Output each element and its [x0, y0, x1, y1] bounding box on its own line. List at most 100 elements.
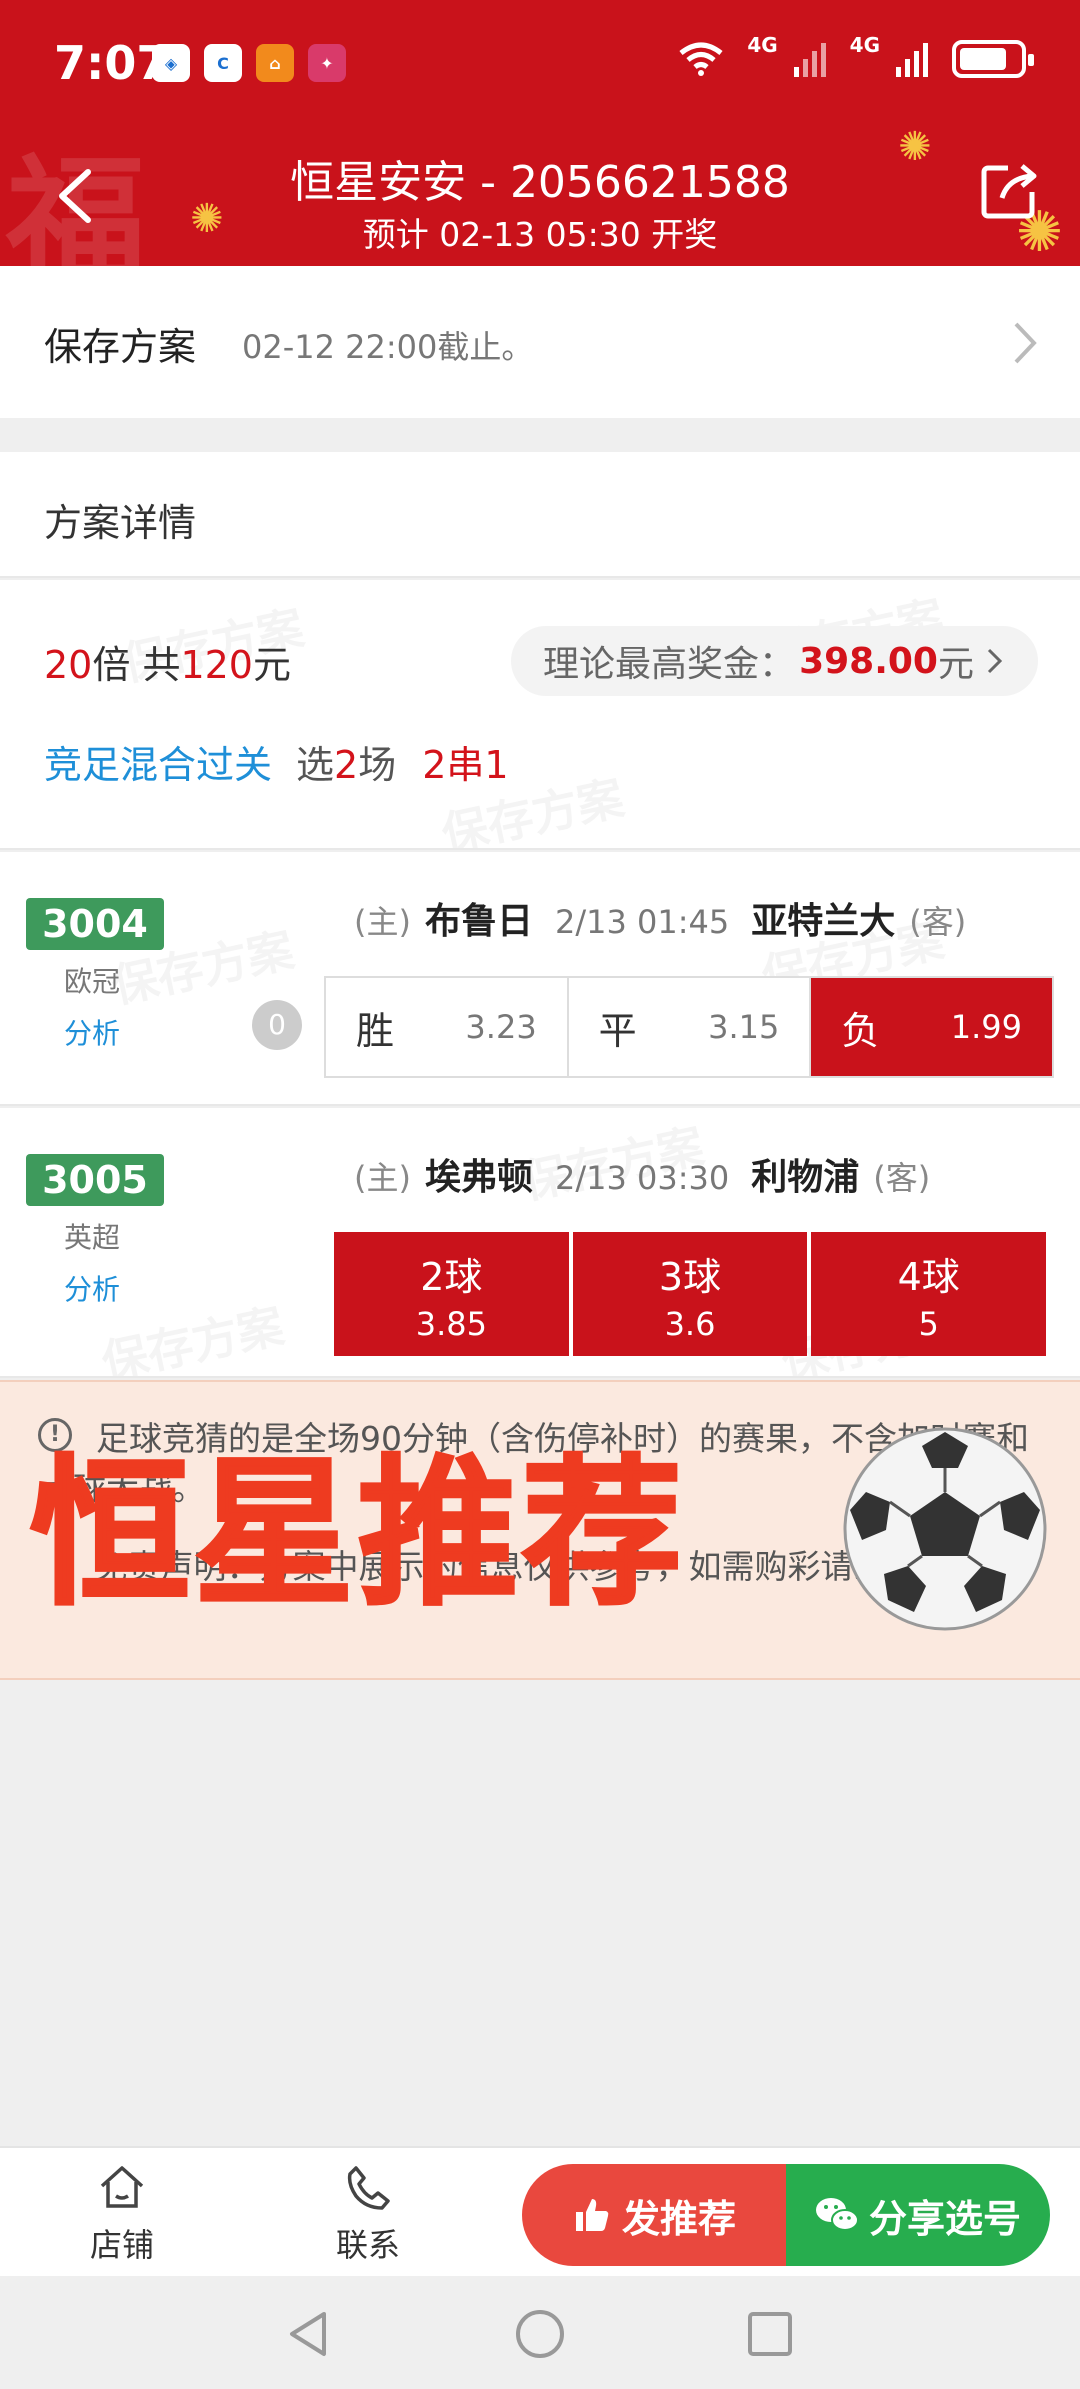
option-label: 3球 — [658, 1254, 722, 1299]
match-code: 3004 — [26, 898, 164, 950]
network-type-label: 4G — [849, 33, 880, 57]
multiplier-value: 20 — [44, 643, 93, 687]
away-tag: (客) — [909, 903, 967, 941]
select-suffix: 场 — [358, 743, 397, 787]
option-label: 负 — [841, 1008, 880, 1053]
play-type-line: 竞足混合过关 选2场 2串1 — [44, 734, 509, 789]
status-right: 4G 4G — [677, 33, 1034, 78]
tab-label: 联系 — [335, 2226, 400, 2264]
nav-back-icon[interactable] — [280, 2306, 336, 2362]
store-icon — [100, 2166, 144, 2208]
odds-option-win[interactable]: 胜 3.23 — [326, 978, 569, 1076]
notification-app-icon: ◈ — [152, 44, 190, 82]
nav-recents-icon[interactable] — [742, 2306, 798, 2362]
option-label: 4球 — [897, 1254, 960, 1299]
status-bar: 7:07 ◈ C ⌂ ✦ 4G 4G — [0, 0, 1080, 128]
total-goals-options: 2球 3.85 3球 3.6 4球 5 — [334, 1232, 1047, 1356]
home-team: 布鲁日 — [424, 901, 533, 942]
match-teams: (主) 布鲁日 2/13 01:45 亚特兰大 (客) — [354, 892, 966, 944]
max-prize-value: 398.00 — [799, 640, 938, 682]
network-type-label: 4G — [747, 33, 778, 57]
goals-option-2[interactable]: 2球 3.85 — [334, 1232, 569, 1356]
play-type-name: 竞足混合过关 — [44, 743, 273, 787]
serial-type: 2串1 — [422, 743, 509, 787]
notification-app-icon: ✦ — [308, 44, 346, 82]
wifi-icon — [679, 42, 723, 76]
recommend-label: 发推荐 — [621, 2196, 736, 2241]
option-odds: 5 — [918, 1304, 939, 1343]
option-label: 胜 — [356, 1008, 395, 1053]
select-prefix: 选 — [296, 743, 335, 787]
soccer-ball-icon — [843, 1427, 1047, 1631]
tab-label: 店铺 — [89, 2226, 154, 2264]
chevron-right-icon — [1014, 322, 1037, 364]
match-card: 保存方案 保存方案 保存方案 3005 英超 分析 (主) 埃弗顿 2/13 0… — [0, 1108, 1080, 1378]
away-tag: (客) — [873, 1159, 931, 1197]
analysis-link[interactable]: 分析 — [64, 1012, 120, 1052]
away-team: 利物浦 — [751, 1157, 860, 1198]
wechat-icon — [815, 2198, 859, 2231]
home-tag: (主) — [354, 1159, 411, 1197]
status-app-icons: ◈ C ⌂ ✦ — [152, 44, 346, 82]
thumbs-up-icon — [575, 2199, 609, 2231]
header: 7:07 ◈ C ⌂ ✦ 4G 4G 福 ✺ ✺ ✺ 恒星安安 - 205662… — [0, 0, 1080, 266]
tab-shop[interactable]: 店铺 — [52, 2162, 192, 2266]
tab-contact[interactable]: 联系 — [298, 2162, 438, 2266]
home-team: 埃弗顿 — [424, 1157, 533, 1198]
system-nav-bar — [0, 2276, 1080, 2389]
share-pick-label: 分享选号 — [868, 2196, 1021, 2241]
notification-app-icon: C — [204, 44, 242, 82]
max-prize-pill[interactable]: 理论最高奖金： 398.00 元 — [511, 626, 1038, 696]
section-title: 方案详情 — [44, 501, 197, 545]
analysis-link[interactable]: 分析 — [64, 1268, 120, 1308]
promo-overlay-text: 恒星推荐 — [28, 1439, 687, 1629]
battery-icon — [952, 40, 1034, 78]
option-label: 平 — [598, 1008, 637, 1053]
recommend-button[interactable]: 发推荐 — [522, 2164, 786, 2266]
total-amount: 120 — [180, 643, 253, 687]
currency-unit: 元 — [252, 643, 291, 687]
draw-time-subtitle: 预计 02-13 05:30 开奖 — [362, 215, 718, 254]
signal-icon — [896, 43, 928, 77]
league-name: 英超 — [64, 1221, 121, 1254]
away-team: 亚特兰大 — [751, 901, 896, 942]
league-name: 欧冠 — [64, 965, 121, 998]
odds-option-draw[interactable]: 平 3.15 — [568, 978, 812, 1076]
odds-options: 胜 3.23 平 3.15 负 1.99 — [324, 976, 1054, 1078]
match-teams: (主) 埃弗顿 2/13 03:30 利物浦 (客) — [354, 1148, 930, 1200]
share-icon[interactable] — [978, 158, 1042, 222]
option-odds: 1.99 — [950, 1008, 1023, 1046]
multiplier-line: 20倍 共120元 — [44, 634, 291, 689]
phone-icon — [347, 2166, 390, 2210]
option-odds: 3.23 — [465, 1008, 537, 1046]
chevron-right-icon — [987, 648, 1003, 674]
match-code: 3005 — [26, 1154, 164, 1206]
nav-home-icon[interactable] — [512, 2306, 568, 2362]
max-prize-unit: 元 — [937, 644, 974, 685]
share-pick-button[interactable]: 分享选号 — [786, 2164, 1050, 2266]
signal-icon — [793, 43, 826, 77]
goals-option-3[interactable]: 3球 3.6 — [572, 1232, 808, 1356]
option-odds: 3.15 — [708, 1008, 780, 1046]
plan-detail-header: 方案详情 — [0, 452, 1080, 578]
action-buttons: 发推荐 分享选号 — [522, 2164, 1050, 2266]
select-count: 2 — [334, 743, 359, 787]
bottom-bar: 店铺 联系 发推荐 分享选号 — [0, 2146, 1080, 2276]
option-odds: 3.85 — [415, 1304, 487, 1343]
max-prize-label: 理论最高奖金： — [543, 644, 796, 685]
match-time: 2/13 01:45 — [555, 903, 730, 941]
option-odds: 3.6 — [664, 1304, 716, 1343]
watermark: 保存方案 — [95, 1290, 289, 1376]
count-badge: 0 — [252, 1000, 302, 1050]
goals-option-4[interactable]: 4球 5 — [811, 1232, 1047, 1356]
match-time: 2/13 03:30 — [555, 1159, 730, 1197]
save-plan-deadline: 02-12 22:00截止。 — [242, 328, 534, 366]
page-title: 恒星安安 - 2056621588 — [290, 157, 790, 208]
save-plan-row[interactable]: 保存方案 02-12 22:00截止。 — [0, 266, 1080, 418]
home-tag: (主) — [354, 903, 411, 941]
match-card: 保存方案 保存方案 3004 欧冠 分析 0 (主) 布鲁日 2/13 01:4… — [0, 852, 1080, 1106]
multiplier-unit: 倍 共 — [92, 643, 181, 687]
odds-option-lose[interactable]: 负 1.99 — [811, 978, 1053, 1076]
save-plan-title: 保存方案 — [44, 325, 197, 369]
notification-app-icon: ⌂ — [256, 44, 294, 82]
